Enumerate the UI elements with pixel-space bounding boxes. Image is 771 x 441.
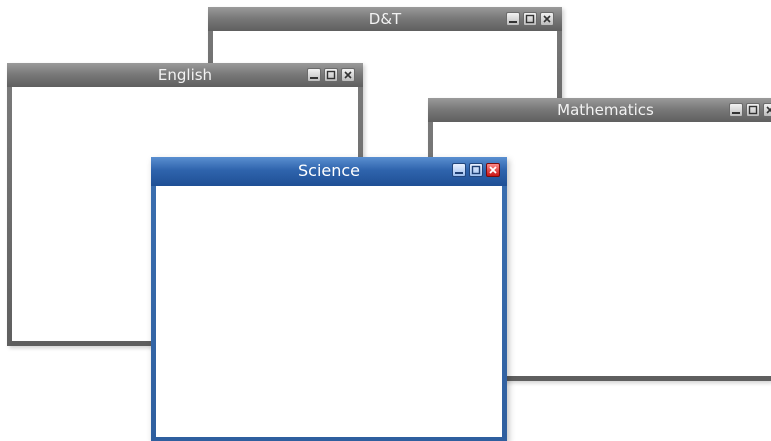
minimize-icon [455,172,463,174]
close-icon [543,15,551,23]
maximize-icon [748,105,758,115]
close-button[interactable] [341,68,355,82]
close-button[interactable] [763,103,771,117]
titlebar-mathematics[interactable]: Mathematics [428,98,771,122]
close-icon [766,106,771,114]
close-button[interactable] [486,163,500,177]
minimize-button[interactable] [307,68,321,82]
minimize-button[interactable] [506,12,520,26]
maximize-button[interactable] [746,103,760,117]
minimize-icon [509,21,517,23]
titlebar-science[interactable]: Science [151,157,507,186]
maximize-button[interactable] [324,68,338,82]
window-content-science [156,186,502,437]
close-button[interactable] [540,12,554,26]
titlebar-dt[interactable]: D&T [208,7,562,31]
window-title: Mathematics [557,101,654,119]
minimize-button[interactable] [729,103,743,117]
maximize-icon [471,165,481,175]
close-icon [489,166,497,174]
minimize-button[interactable] [452,163,466,177]
minimize-icon [310,77,318,79]
maximize-icon [525,14,535,24]
window-science[interactable]: Science [151,157,507,441]
maximize-button[interactable] [469,163,483,177]
close-icon [344,71,352,79]
maximize-icon [326,70,336,80]
titlebar-english[interactable]: English [7,63,363,87]
maximize-button[interactable] [523,12,537,26]
minimize-icon [732,112,740,114]
